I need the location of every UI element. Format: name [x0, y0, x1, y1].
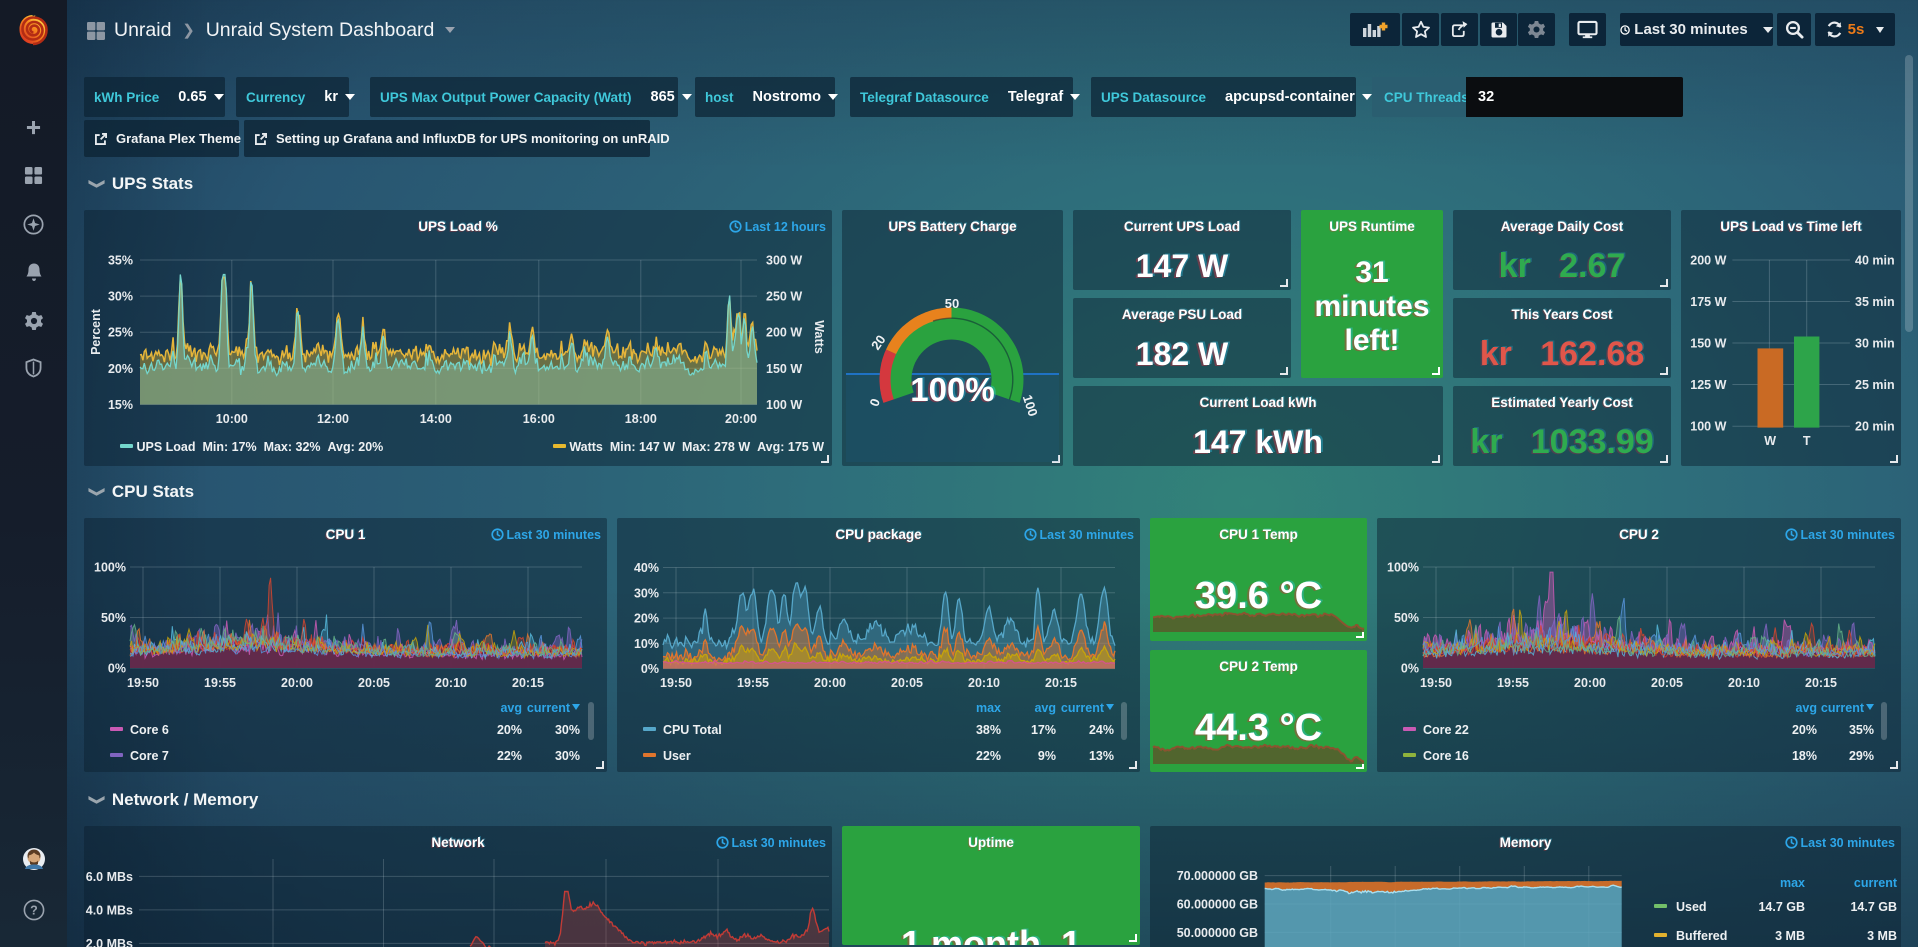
svg-text:35%: 35%	[108, 254, 133, 268]
svg-text:50: 50	[945, 296, 959, 311]
svg-text:250 W: 250 W	[766, 290, 802, 304]
svg-text:19:55: 19:55	[1497, 676, 1529, 690]
svg-text:0%: 0%	[108, 662, 126, 676]
svg-text:100%: 100%	[1387, 561, 1419, 575]
svg-text:20:10: 20:10	[435, 676, 467, 690]
svg-text:10:00: 10:00	[216, 412, 248, 426]
svg-text:40%: 40%	[634, 561, 659, 575]
svg-text:20%: 20%	[634, 612, 659, 626]
svg-text:20:10: 20:10	[968, 676, 1000, 690]
svg-text:20:15: 20:15	[512, 676, 544, 690]
svg-text:6.0 MBs: 6.0 MBs	[86, 870, 133, 884]
svg-text:125 W: 125 W	[1690, 378, 1726, 392]
svg-text:19:50: 19:50	[660, 676, 692, 690]
svg-text:W: W	[1764, 434, 1776, 448]
svg-text:18:00: 18:00	[625, 412, 657, 426]
svg-text:150 W: 150 W	[766, 362, 802, 376]
svg-text:19:50: 19:50	[1420, 676, 1452, 690]
svg-text:35 min: 35 min	[1855, 295, 1895, 309]
svg-text:10%: 10%	[634, 637, 659, 651]
svg-text:150 W: 150 W	[1690, 337, 1726, 351]
svg-text:20:05: 20:05	[891, 676, 923, 690]
svg-text:30%: 30%	[108, 290, 133, 304]
svg-text:20:15: 20:15	[1045, 676, 1077, 690]
svg-text:12:00: 12:00	[317, 412, 349, 426]
svg-text:100%: 100%	[94, 561, 126, 575]
svg-text:70.000000 GB: 70.000000 GB	[1177, 869, 1258, 883]
svg-text:50.000000 GB: 50.000000 GB	[1177, 926, 1258, 940]
svg-text:19:55: 19:55	[737, 676, 769, 690]
svg-text:60.000000 GB: 60.000000 GB	[1177, 898, 1258, 912]
svg-text:19:50: 19:50	[127, 676, 159, 690]
svg-text:15%: 15%	[108, 398, 133, 412]
svg-text:0%: 0%	[1401, 662, 1419, 676]
svg-text:14:00: 14:00	[420, 412, 452, 426]
svg-text:50%: 50%	[101, 611, 126, 625]
svg-text:25 min: 25 min	[1855, 378, 1895, 392]
svg-text:20:00: 20:00	[814, 676, 846, 690]
svg-text:20:15: 20:15	[1805, 676, 1837, 690]
svg-text:30 min: 30 min	[1855, 337, 1895, 351]
svg-text:100 W: 100 W	[1690, 420, 1726, 434]
svg-text:40 min: 40 min	[1855, 254, 1895, 268]
svg-text:20%: 20%	[108, 362, 133, 376]
svg-text:300 W: 300 W	[766, 254, 802, 268]
svg-text:100 W: 100 W	[766, 398, 802, 412]
svg-text:20 min: 20 min	[1855, 420, 1895, 434]
svg-text:Percent: Percent	[89, 308, 103, 355]
svg-text:20:05: 20:05	[358, 676, 390, 690]
svg-text:175 W: 175 W	[1690, 295, 1726, 309]
svg-text:19:55: 19:55	[204, 676, 236, 690]
svg-text:20:00: 20:00	[725, 412, 757, 426]
svg-text:?: ?	[30, 904, 38, 918]
svg-text:200 W: 200 W	[766, 326, 802, 340]
svg-text:20:00: 20:00	[281, 676, 313, 690]
svg-text:0%: 0%	[641, 662, 659, 676]
svg-text:20:00: 20:00	[1574, 676, 1606, 690]
svg-text:25%: 25%	[108, 326, 133, 340]
svg-text:T: T	[1803, 434, 1811, 448]
svg-text:200 W: 200 W	[1690, 254, 1726, 268]
svg-text:50%: 50%	[1394, 611, 1419, 625]
svg-text:Watts: Watts	[812, 320, 826, 354]
svg-text:20: 20	[868, 332, 889, 352]
svg-text:16:00: 16:00	[523, 412, 555, 426]
svg-text:20:10: 20:10	[1728, 676, 1760, 690]
svg-text:2.0 MBs: 2.0 MBs	[86, 937, 133, 947]
svg-text:4.0 MBs: 4.0 MBs	[86, 903, 133, 917]
svg-text:20:05: 20:05	[1651, 676, 1683, 690]
svg-text:30%: 30%	[634, 586, 659, 600]
